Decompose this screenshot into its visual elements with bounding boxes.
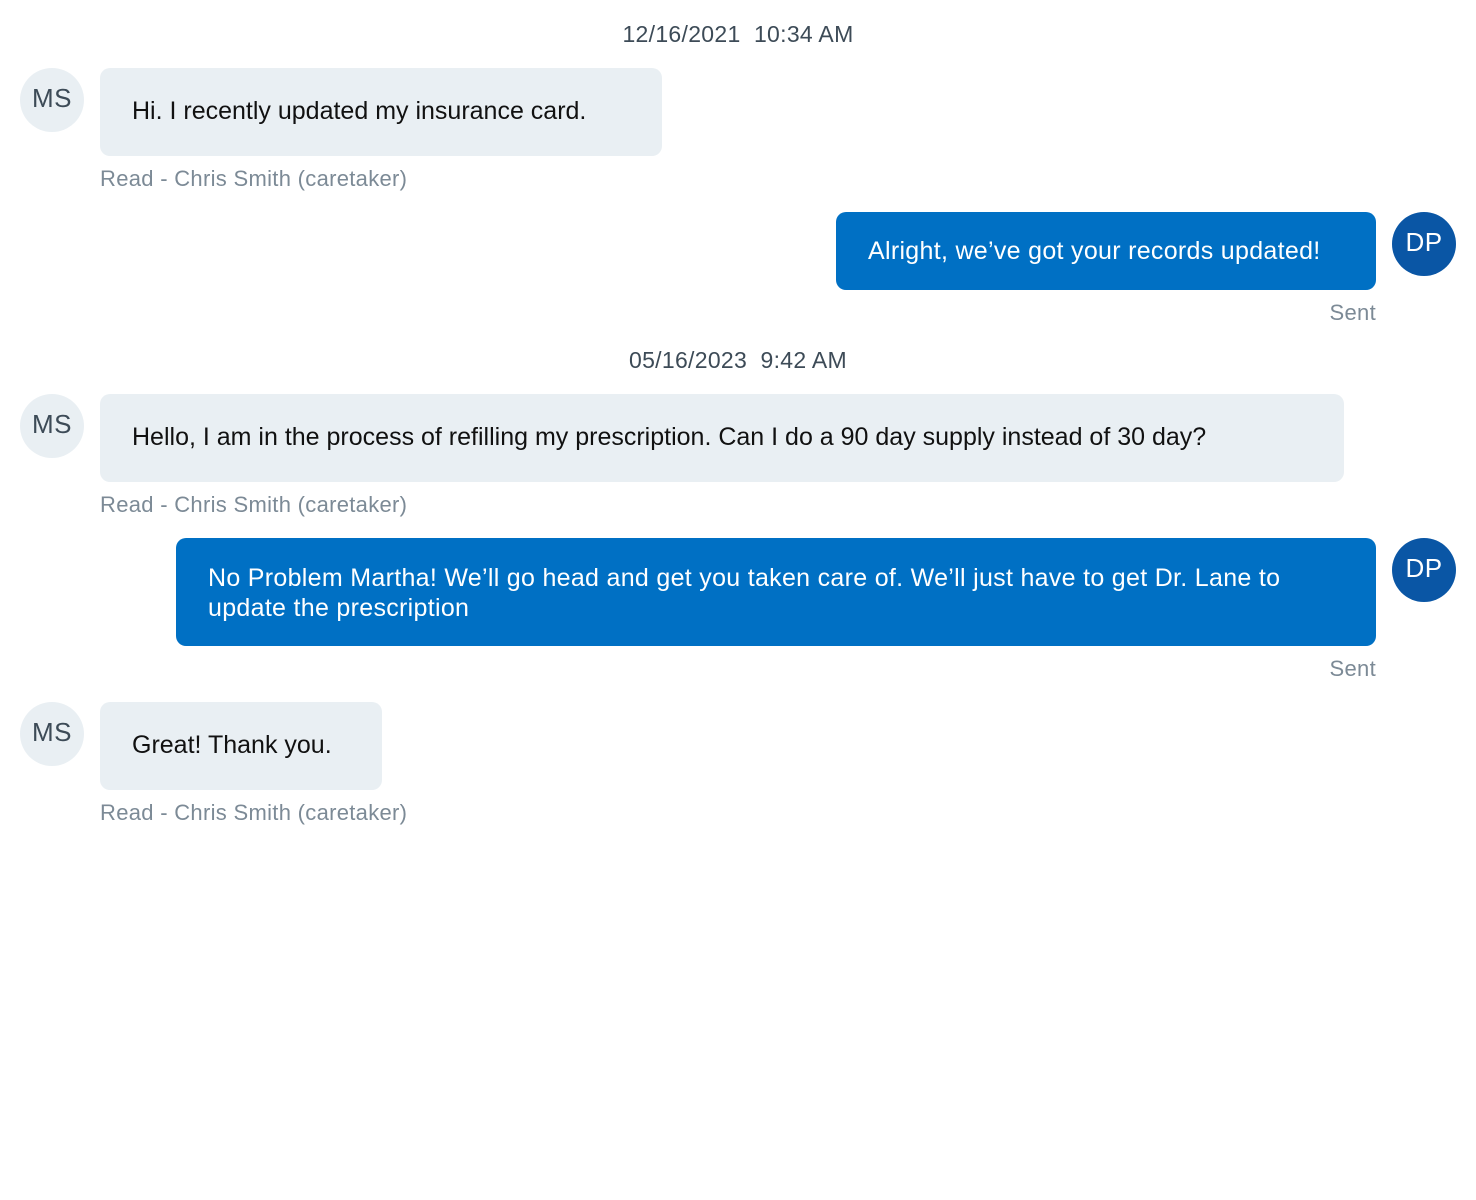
date-separator: 05/16/2023 9:42 AM	[629, 347, 847, 373]
date-separator: 12/16/2021 10:34 AM	[622, 21, 854, 47]
sent-status: Sent	[1329, 656, 1376, 681]
avatar-patient: MS	[20, 394, 84, 458]
message-text: Hi. I recently updated my insurance card…	[132, 97, 587, 125]
sent-status: Sent	[1329, 300, 1376, 325]
message-bubble-incoming[interactable]: Hi. I recently updated my insurance card…	[100, 68, 662, 156]
message-thread: 12/16/2021 10:34 AM MS Hi. I recently up…	[0, 0, 1476, 1200]
message-bubble-incoming[interactable]: Great! Thank you.	[100, 702, 382, 790]
read-receipt: Read - Chris Smith (caretaker)	[100, 800, 408, 825]
avatar-staff: DP	[1392, 538, 1456, 602]
read-receipt: Read - Chris Smith (caretaker)	[100, 166, 408, 191]
message-text: Alright, we’ve got your records updated!	[868, 237, 1321, 265]
avatar-patient: MS	[20, 68, 84, 132]
message-text: Hello, I am in the process of refilling …	[132, 423, 1207, 451]
message-bubble-outgoing[interactable]: Alright, we’ve got your records updated!	[836, 212, 1376, 290]
message-text: Great! Thank you.	[132, 731, 332, 759]
message-text: No Problem Martha! We’ll go head and get…	[208, 564, 1281, 622]
read-receipt: Read - Chris Smith (caretaker)	[100, 492, 408, 517]
message-bubble-outgoing[interactable]: No Problem Martha! We’ll go head and get…	[176, 538, 1376, 646]
message-bubble-incoming[interactable]: Hello, I am in the process of refilling …	[100, 394, 1344, 482]
avatar-patient: MS	[20, 702, 84, 766]
avatar-staff: DP	[1392, 212, 1456, 276]
